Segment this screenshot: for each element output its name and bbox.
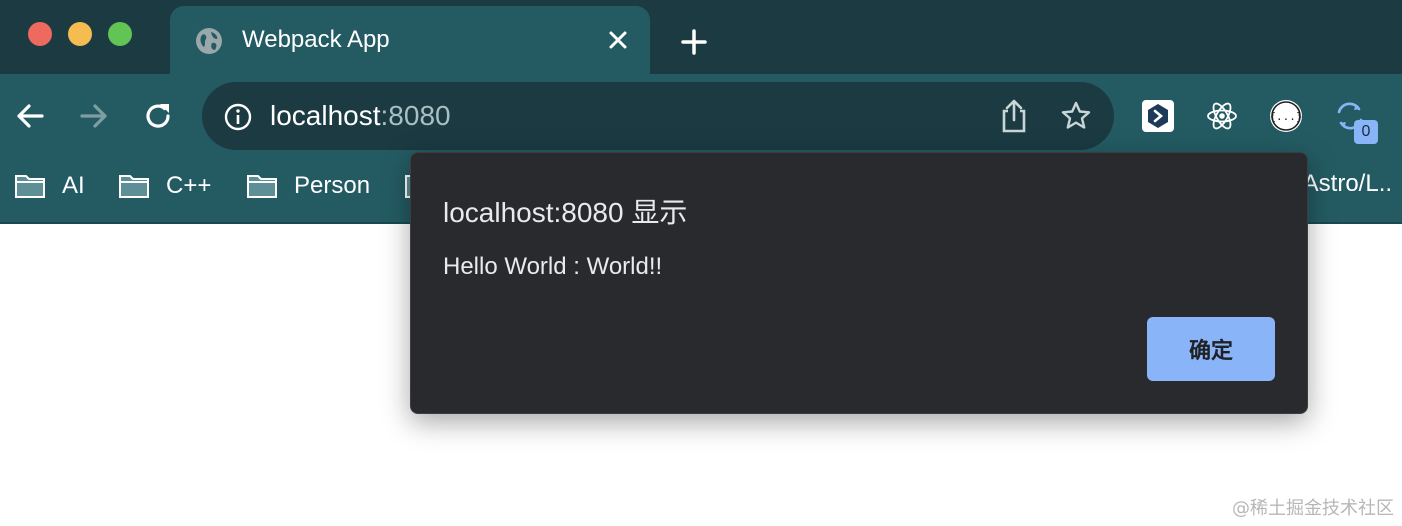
folder-icon <box>15 175 45 198</box>
new-tab-icon[interactable] <box>680 28 708 56</box>
bookmark-label: AI <box>62 172 85 199</box>
svg-text:{...}: {...} <box>1269 110 1302 123</box>
info-icon[interactable] <box>224 103 252 131</box>
json-formatter-icon[interactable]: {...} <box>1268 98 1304 134</box>
devtools-extension-icon[interactable] <box>1140 98 1176 134</box>
forward-arrow-icon[interactable] <box>78 100 110 132</box>
tab-strip: Webpack App <box>0 0 1402 74</box>
url-text[interactable]: localhost:8080 <box>270 100 451 132</box>
folder-icon <box>247 175 277 198</box>
tab-webpack-app[interactable]: Webpack App <box>170 6 650 74</box>
react-icon[interactable] <box>1204 98 1240 134</box>
bookmark-folder-ai[interactable]: AI <box>14 170 85 202</box>
share-icon[interactable] <box>998 98 1030 134</box>
bookmark-label: C++ <box>166 172 212 199</box>
maximize-window-button[interactable] <box>108 22 132 46</box>
url-host: localhost <box>270 100 381 131</box>
minimize-window-button[interactable] <box>68 22 92 46</box>
alert-dialog: localhost:8080 显示 Hello World : World!! … <box>410 152 1308 414</box>
dialog-message: Hello World : World!! <box>443 253 663 280</box>
bookmark-folder-person[interactable]: Person <box>246 170 370 202</box>
ok-button[interactable]: 确定 <box>1147 317 1275 381</box>
url-port: :8080 <box>380 100 451 131</box>
close-window-button[interactable] <box>28 22 52 46</box>
toolbar: localhost:8080 {...} <box>0 74 1402 158</box>
bookmark-astro[interactable]: /Astro/L.. <box>1296 170 1392 198</box>
globe-icon <box>196 28 222 54</box>
bookmark-star-icon[interactable] <box>1060 100 1092 132</box>
tab-title: Webpack App <box>242 26 390 53</box>
bookmark-folder-cpp[interactable]: C++ <box>118 170 211 202</box>
back-arrow-icon[interactable] <box>14 100 46 132</box>
reload-icon[interactable] <box>142 100 174 132</box>
extension-badge: 0 <box>1354 120 1378 144</box>
bookmark-label: Person <box>294 172 371 199</box>
folder-icon <box>119 175 149 198</box>
watermark: @稀土掘金技术社区 <box>1232 498 1394 519</box>
close-tab-icon[interactable] <box>606 28 630 52</box>
dialog-title: localhost:8080 显示 <box>443 197 688 228</box>
address-bar[interactable]: localhost:8080 <box>202 82 1114 150</box>
